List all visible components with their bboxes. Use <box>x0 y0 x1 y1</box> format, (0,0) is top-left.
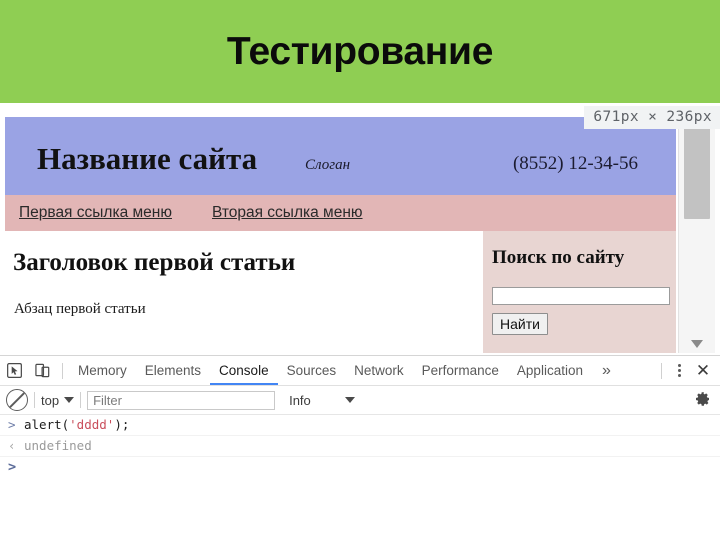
filterbar-divider-2 <box>80 392 82 408</box>
kebab-menu-icon[interactable] <box>668 358 690 384</box>
site-search-input[interactable] <box>492 287 670 305</box>
console-input-code: alert('dddd'); <box>24 415 129 435</box>
tab-sources[interactable]: Sources <box>278 356 346 385</box>
tab-console[interactable]: Console <box>210 356 278 385</box>
console-filter-input[interactable] <box>87 390 276 410</box>
site-search-button[interactable]: Найти <box>492 313 548 335</box>
site-navigation: Первая ссылка меню Вторая ссылка меню <box>5 195 676 231</box>
tab-memory[interactable]: Memory <box>69 356 136 385</box>
tab-network[interactable]: Network <box>345 356 413 385</box>
console-result-marker: ‹ <box>8 438 16 453</box>
clear-console-icon[interactable] <box>6 389 28 411</box>
tab-elements[interactable]: Elements <box>136 356 210 385</box>
rendered-webpage: Название сайта Слоган (8552) 12-34-56 Пе… <box>5 117 676 353</box>
console-result-value: undefined <box>24 438 92 453</box>
code-after: ); <box>114 417 130 432</box>
console-input-marker: > <box>8 417 16 432</box>
console-filter-bar: top Info <box>0 386 720 415</box>
element-size-tooltip: 671px × 236px <box>584 106 720 129</box>
filterbar-divider-1 <box>34 392 35 408</box>
device-toolbar-icon[interactable] <box>28 358 56 384</box>
nav-link-second[interactable]: Вторая ссылка меню <box>212 204 363 222</box>
article-heading: Заголовок первой статьи <box>13 249 296 276</box>
site-name: Название сайта <box>37 141 258 176</box>
gear-icon[interactable] <box>695 391 711 412</box>
site-phone: (8552) 12-34-56 <box>512 153 638 174</box>
browser-screenshot-region: 671px × 236px Название сайта Слоган (855… <box>0 103 720 355</box>
sidebar-heading: Поиск по сайту <box>492 247 625 268</box>
devtools-toolbar: Memory Elements Console Sources Network … <box>0 356 720 386</box>
slide-title-banner: Тестирование <box>0 0 720 103</box>
inspect-cursor-icon[interactable] <box>0 358 28 384</box>
site-sidebar: Поиск по сайту Найти <box>483 231 676 353</box>
devtools-panel: Memory Elements Console Sources Network … <box>0 355 720 541</box>
close-icon[interactable]: ✕ <box>690 358 716 384</box>
console-context-label: top <box>41 392 60 408</box>
console-level-select[interactable]: Info <box>289 393 355 408</box>
console-output: > alert('dddd'); ‹ undefined > <box>0 415 720 541</box>
chevron-down-icon-level <box>344 397 355 403</box>
toolbar-divider-right <box>661 362 662 379</box>
page-scrollbar[interactable] <box>678 117 715 353</box>
console-prompt-row[interactable]: > <box>0 457 720 479</box>
tab-application[interactable]: Application <box>508 356 592 385</box>
console-prompt-caret: > <box>8 459 17 475</box>
console-context-select[interactable]: top <box>41 392 75 408</box>
code-before: alert( <box>24 417 70 432</box>
site-body: Заголовок первой статьи Абзац первой ста… <box>5 231 676 353</box>
tab-performance[interactable]: Performance <box>413 356 508 385</box>
site-slogan: Слоган <box>305 157 351 173</box>
nav-link-first[interactable]: Первая ссылка меню <box>19 204 172 222</box>
scroll-down-arrow-icon[interactable] <box>691 340 703 348</box>
site-header: Название сайта Слоган (8552) 12-34-56 <box>5 117 676 195</box>
tab-overflow-icon[interactable]: » <box>592 356 621 385</box>
scrollbar-thumb[interactable] <box>684 119 710 219</box>
console-row-input[interactable]: > alert('dddd'); <box>0 415 720 436</box>
toolbar-divider <box>62 362 63 379</box>
page-title: Тестирование <box>226 30 494 73</box>
toolbar-right-controls: ✕ <box>655 356 716 385</box>
console-row-result: ‹ undefined <box>0 436 720 457</box>
code-string-literal: 'dddd' <box>69 417 115 432</box>
article-paragraph: Абзац первой статьи <box>14 301 146 317</box>
console-level-label: Info <box>289 392 311 408</box>
devtools-tab-bar: Memory Elements Console Sources Network … <box>69 356 621 385</box>
chevron-down-icon <box>64 397 75 403</box>
